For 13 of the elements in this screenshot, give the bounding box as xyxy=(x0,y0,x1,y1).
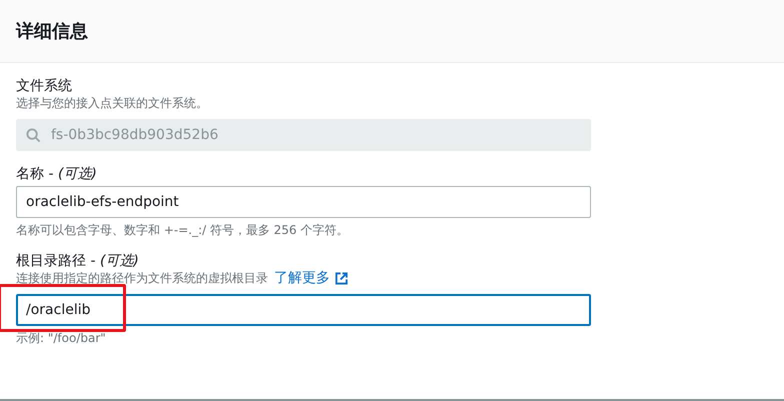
field-hint: 名称可以包含字母、数字和 +-=._:/ 符号，最多 256 个字符。 xyxy=(16,223,350,238)
field-description: 选择与您的接入点关联的文件系统。 xyxy=(16,95,208,111)
search-icon xyxy=(26,128,41,142)
field-label: 文件系统 xyxy=(16,77,73,95)
field-label: 名称 - (可选) xyxy=(16,165,98,183)
input-field[interactable]: /oraclelib xyxy=(16,294,591,326)
learn-more-link[interactable]: 了解更多 xyxy=(274,270,330,286)
external-link-icon[interactable] xyxy=(335,272,348,284)
field-label: 根目录路径 - (可选) xyxy=(16,252,140,270)
field-hint: 示例: "/foo/bar" xyxy=(16,331,107,346)
section-title: 详细信息 xyxy=(16,20,88,43)
input-field[interactable]: oraclelib-efs-endpoint xyxy=(16,186,591,218)
field-description: 连接使用指定的路径作为文件系统的虚拟根目录 xyxy=(16,270,268,286)
